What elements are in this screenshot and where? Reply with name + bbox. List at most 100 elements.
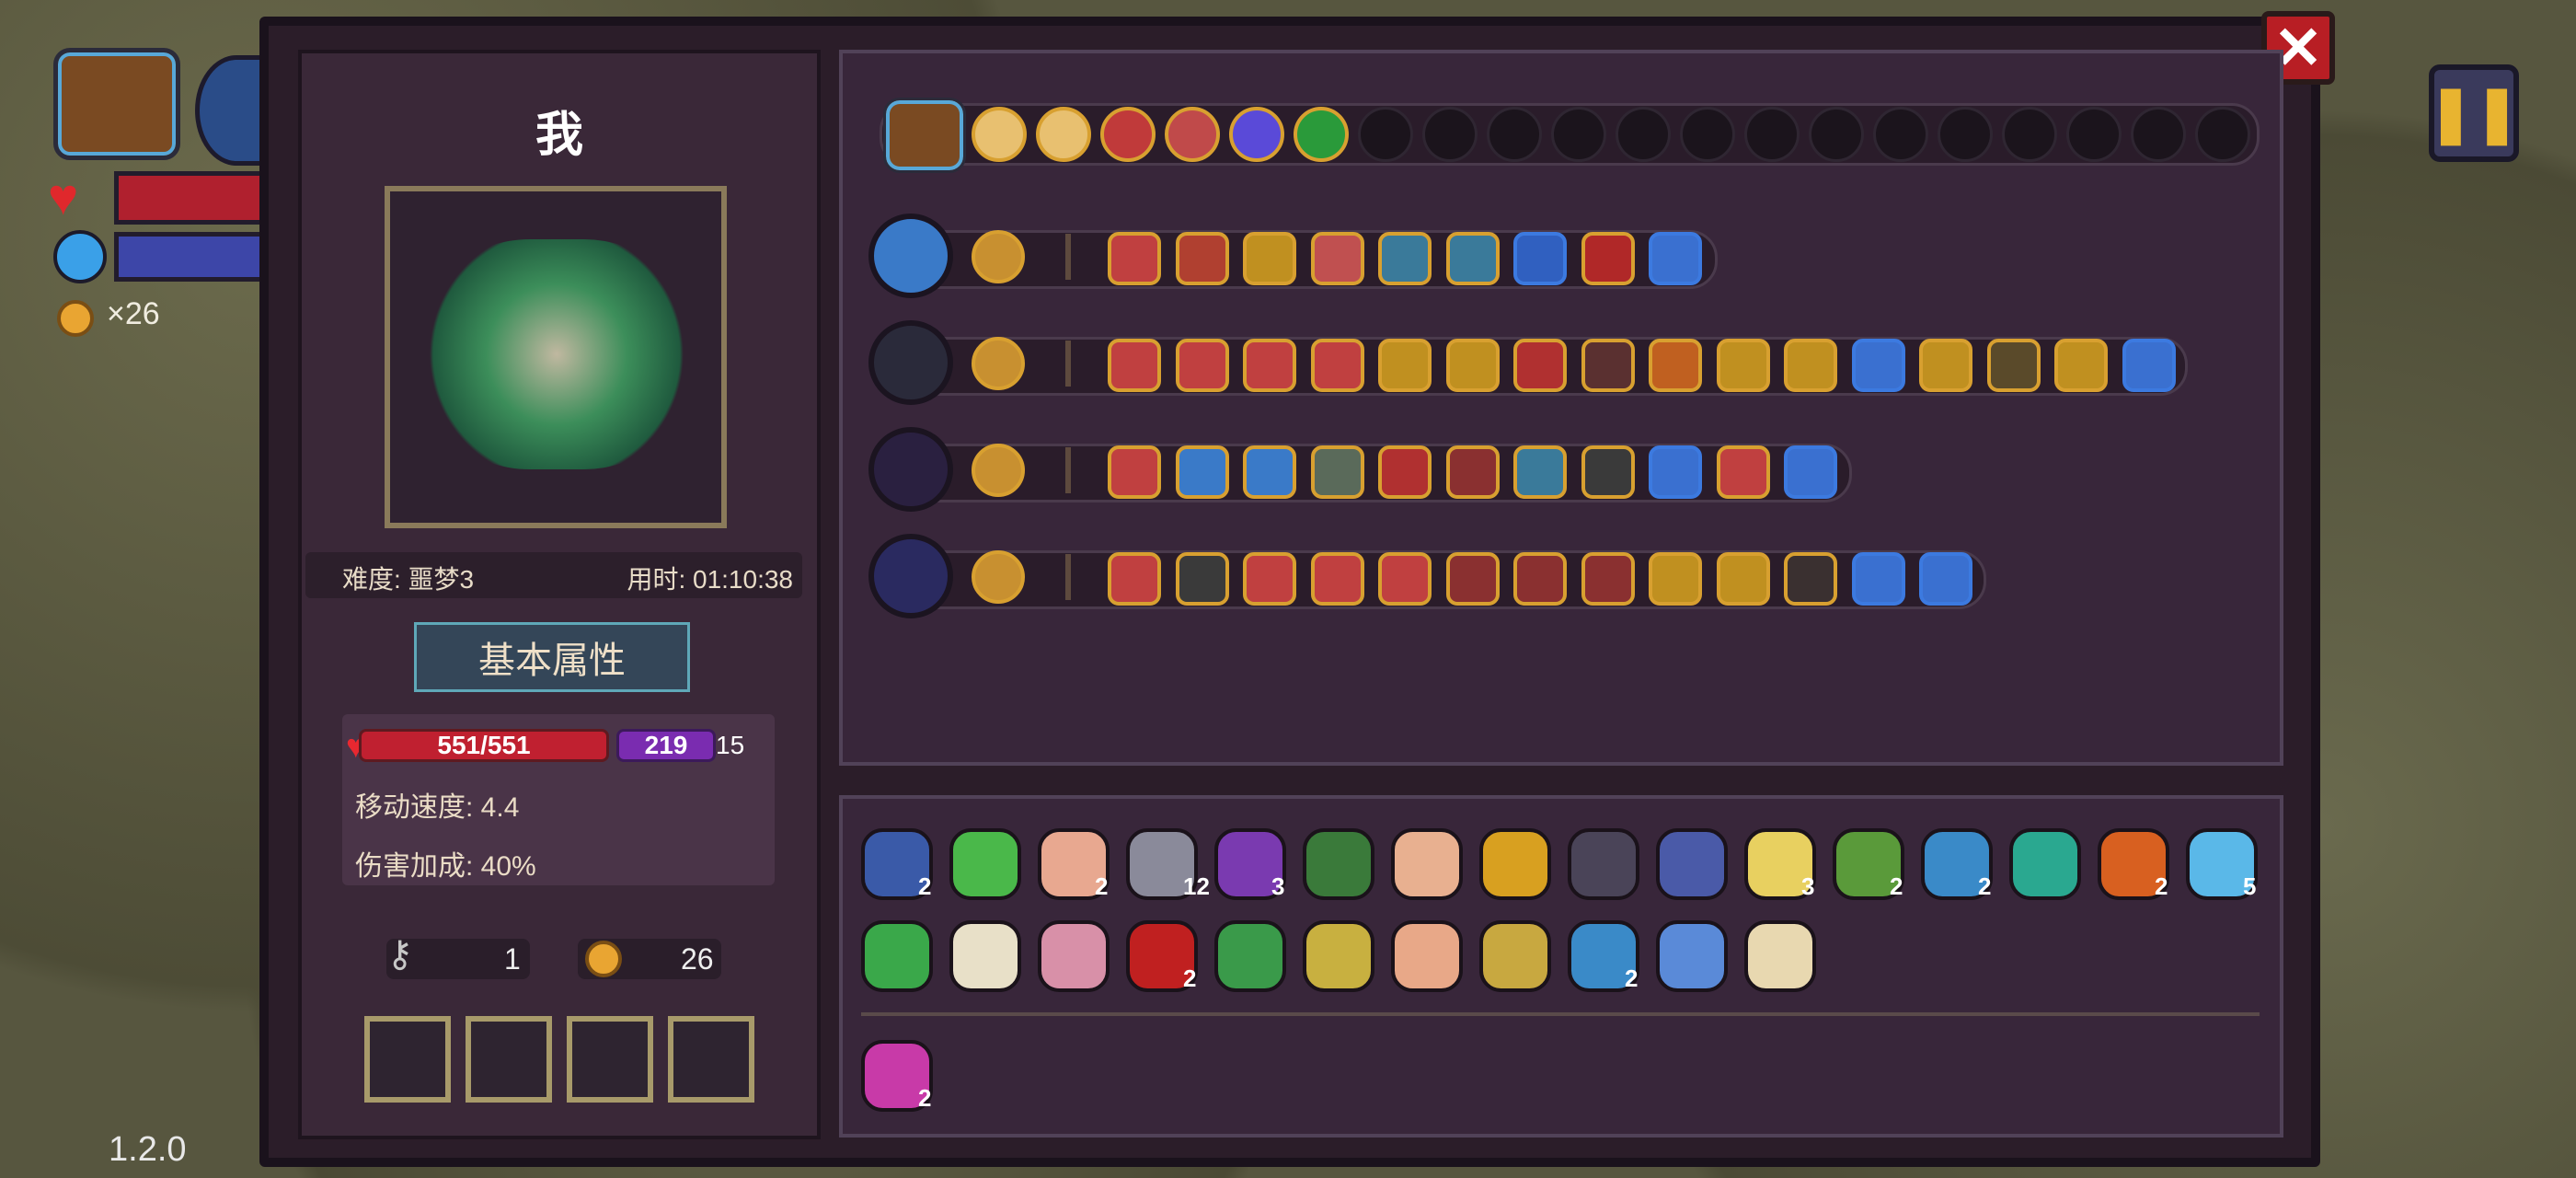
equip-slot[interactable] bbox=[567, 1016, 653, 1103]
worm-item-icon[interactable] bbox=[1656, 920, 1728, 992]
equip-slot[interactable] bbox=[364, 1016, 451, 1103]
core-gear-icon[interactable] bbox=[972, 550, 1025, 604]
skill-rune-icon[interactable] bbox=[1649, 232, 1702, 285]
skill-rune-icon[interactable] bbox=[1108, 232, 1161, 285]
skill-rune-icon[interactable] bbox=[1108, 339, 1161, 392]
skill-rune-icon[interactable] bbox=[1716, 445, 1770, 499]
skill-rune-icon[interactable] bbox=[1581, 232, 1635, 285]
relic-slot-icon[interactable] bbox=[1294, 107, 1349, 162]
pause-button[interactable]: ❚❚ bbox=[2428, 64, 2520, 162]
core-gear-icon[interactable] bbox=[972, 444, 1025, 497]
skill-rune-icon[interactable] bbox=[1784, 552, 1837, 606]
empty-relic-slot[interactable] bbox=[2131, 107, 2186, 162]
skill-rune-icon[interactable] bbox=[1310, 552, 1364, 606]
hand-item-icon[interactable] bbox=[1391, 920, 1463, 992]
skill-rune-icon[interactable] bbox=[1513, 339, 1567, 392]
empty-relic-slot[interactable] bbox=[1358, 107, 1413, 162]
clover-item-icon[interactable] bbox=[861, 920, 933, 992]
skill-rune-icon[interactable] bbox=[1243, 232, 1296, 285]
skill-rune-icon[interactable] bbox=[1175, 339, 1229, 392]
green-belt-item-icon[interactable] bbox=[1303, 828, 1374, 900]
skill-rune-icon[interactable] bbox=[1851, 339, 1905, 392]
skill-rune-icon[interactable] bbox=[1986, 339, 2041, 392]
chest-icon[interactable] bbox=[53, 48, 180, 160]
equip-slot[interactable] bbox=[466, 1016, 552, 1103]
skill-rune-icon[interactable] bbox=[1513, 552, 1567, 606]
empty-relic-slot[interactable] bbox=[2066, 107, 2122, 162]
skill-rune-icon[interactable] bbox=[1378, 445, 1432, 499]
teeth-item-icon[interactable] bbox=[949, 920, 1021, 992]
skill-rune-icon[interactable] bbox=[1513, 445, 1567, 499]
skill-rune-icon[interactable] bbox=[1108, 445, 1161, 499]
relic-slot-icon[interactable] bbox=[1165, 107, 1220, 162]
chest-slot-icon[interactable] bbox=[883, 98, 966, 173]
skill-rune-icon[interactable] bbox=[1581, 339, 1635, 392]
skill-rune-icon[interactable] bbox=[1649, 552, 1702, 606]
skill-rune-icon[interactable] bbox=[1581, 445, 1635, 499]
skill-rune-icon[interactable] bbox=[1649, 445, 1702, 499]
core-gear-icon[interactable] bbox=[972, 230, 1025, 283]
core-gear-icon[interactable] bbox=[972, 337, 1025, 390]
skill-rune-icon[interactable] bbox=[1175, 552, 1229, 606]
empty-relic-slot[interactable] bbox=[2195, 107, 2250, 162]
cloak-item-icon[interactable] bbox=[1568, 828, 1639, 900]
skill-rune-icon[interactable] bbox=[1851, 552, 1905, 606]
skill-rune-icon[interactable] bbox=[1513, 232, 1567, 285]
relic-slot-icon[interactable] bbox=[1100, 107, 1156, 162]
skill-rune-icon[interactable] bbox=[1919, 552, 1972, 606]
relic-slot-icon[interactable] bbox=[1036, 107, 1091, 162]
skill-rune-icon[interactable] bbox=[1445, 552, 1500, 606]
shell-item-icon[interactable] bbox=[2009, 828, 2081, 900]
blue-flower-weapon-icon[interactable] bbox=[868, 214, 953, 298]
skill-rune-icon[interactable] bbox=[1310, 445, 1364, 499]
empty-relic-slot[interactable] bbox=[1551, 107, 1606, 162]
skill-rune-icon[interactable] bbox=[2122, 339, 2176, 392]
skill-rune-icon[interactable] bbox=[1243, 445, 1296, 499]
skill-rune-icon[interactable] bbox=[1445, 445, 1500, 499]
empty-relic-slot[interactable] bbox=[1873, 107, 1928, 162]
mace-weapon-icon[interactable] bbox=[868, 320, 953, 405]
skill-rune-icon[interactable] bbox=[1243, 339, 1296, 392]
skill-rune-icon[interactable] bbox=[2054, 339, 2108, 392]
skill-rune-icon[interactable] bbox=[1310, 339, 1364, 392]
skill-rune-icon[interactable] bbox=[1378, 339, 1432, 392]
skill-rune-icon[interactable] bbox=[1784, 339, 1837, 392]
empty-relic-slot[interactable] bbox=[2002, 107, 2057, 162]
staff-weapon-icon[interactable] bbox=[868, 427, 953, 512]
skill-rune-icon[interactable] bbox=[1175, 445, 1229, 499]
skill-rune-icon[interactable] bbox=[1716, 339, 1770, 392]
stats-tab[interactable]: 基本属性 bbox=[414, 622, 690, 692]
skill-rune-icon[interactable] bbox=[1378, 232, 1432, 285]
skill-rune-icon[interactable] bbox=[1649, 339, 1702, 392]
moth-item-icon[interactable] bbox=[1744, 920, 1816, 992]
plus-sword-item-icon[interactable] bbox=[1303, 920, 1374, 992]
skill-rune-icon[interactable] bbox=[1243, 552, 1296, 606]
skill-rune-icon[interactable] bbox=[1716, 552, 1770, 606]
skill-rune-icon[interactable] bbox=[1108, 552, 1161, 606]
skill-rune-icon[interactable] bbox=[1175, 232, 1229, 285]
glove-item-icon[interactable] bbox=[1656, 828, 1728, 900]
dice-item-icon[interactable] bbox=[1479, 920, 1551, 992]
ufo-item-icon[interactable] bbox=[1214, 920, 1286, 992]
syringe-item-icon[interactable] bbox=[949, 828, 1021, 900]
empty-relic-slot[interactable] bbox=[1616, 107, 1671, 162]
skill-rune-icon[interactable] bbox=[1581, 552, 1635, 606]
relic-slot-icon[interactable] bbox=[1229, 107, 1284, 162]
skill-rune-icon[interactable] bbox=[1378, 552, 1432, 606]
empty-relic-slot[interactable] bbox=[1938, 107, 1993, 162]
skill-rune-icon[interactable] bbox=[1784, 445, 1837, 499]
empty-relic-slot[interactable] bbox=[1422, 107, 1478, 162]
skill-rune-icon[interactable] bbox=[1310, 232, 1364, 285]
leaf-item-icon[interactable] bbox=[1479, 828, 1551, 900]
vortex-weapon-icon[interactable] bbox=[868, 534, 953, 618]
skill-rune-icon[interactable] bbox=[1919, 339, 1972, 392]
empty-relic-slot[interactable] bbox=[1680, 107, 1735, 162]
egg-item-icon[interactable] bbox=[1391, 828, 1463, 900]
brain-item-icon[interactable] bbox=[1038, 920, 1110, 992]
empty-relic-slot[interactable] bbox=[1487, 107, 1542, 162]
equip-slot[interactable] bbox=[668, 1016, 754, 1103]
skill-rune-icon[interactable] bbox=[1445, 232, 1500, 285]
relic-slot-icon[interactable] bbox=[972, 107, 1027, 162]
empty-relic-slot[interactable] bbox=[1809, 107, 1864, 162]
empty-relic-slot[interactable] bbox=[1744, 107, 1800, 162]
